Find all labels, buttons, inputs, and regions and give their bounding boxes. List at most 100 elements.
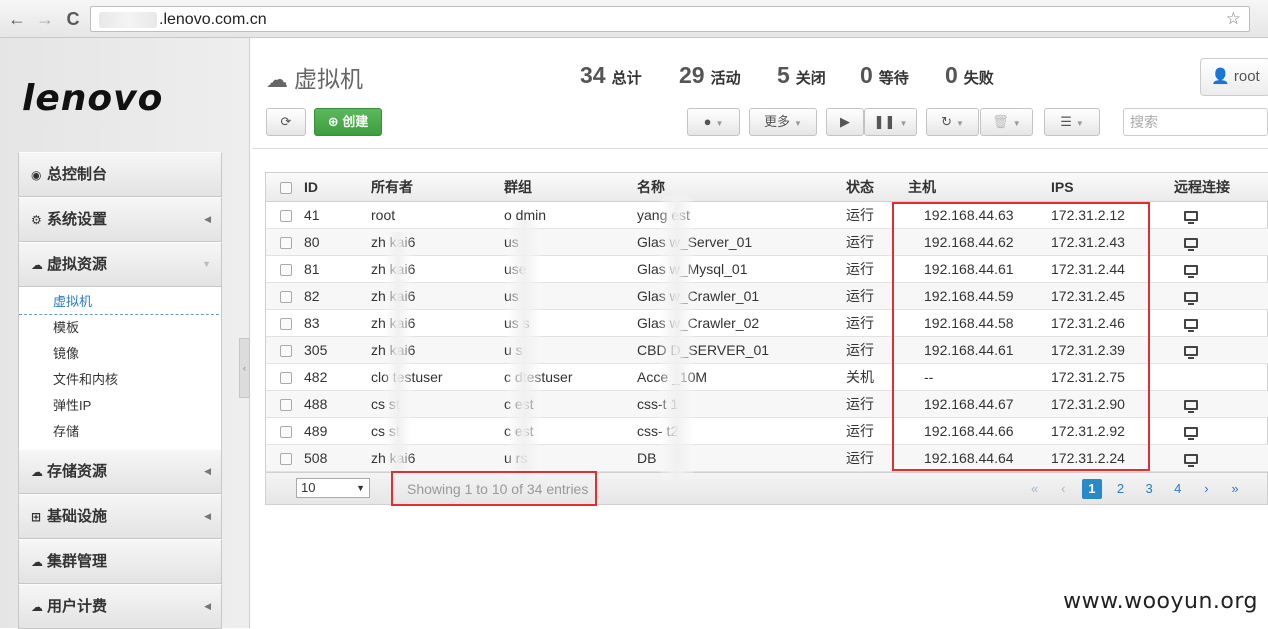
address-bar[interactable]: .lenovo.com.cn ☆ <box>90 6 1250 32</box>
row-checkbox[interactable] <box>266 309 304 336</box>
checkbox[interactable] <box>280 372 292 384</box>
sidebar-subitem-images[interactable]: 镜像 <box>19 341 221 367</box>
sidebar-item-label: 集群管理 <box>47 553 107 570</box>
monitor-icon[interactable] <box>1184 427 1198 437</box>
sidebar-submenu: 虚拟机 模板 镜像 文件和内核 弹性IP 存储 <box>18 287 222 449</box>
checkbox[interactable] <box>280 237 292 249</box>
pause-button[interactable]: ❚❚▼ <box>864 108 917 136</box>
prev-page-button[interactable]: ‹ <box>1053 479 1073 499</box>
sidebar-subitem-templates[interactable]: 模板 <box>19 315 221 341</box>
row-checkbox[interactable] <box>266 255 304 282</box>
row-checkbox[interactable] <box>266 228 304 255</box>
reload-icon[interactable]: C <box>62 8 84 30</box>
cell-remote[interactable] <box>1174 282 1268 309</box>
monitor-icon[interactable] <box>1184 265 1198 275</box>
sidebar-subitem-files-kernels[interactable]: 文件和内核 <box>19 367 221 393</box>
checkbox[interactable] <box>280 426 292 438</box>
checkbox[interactable] <box>280 399 292 411</box>
select-all-checkbox[interactable] <box>266 173 304 201</box>
delete-button[interactable]: 🗑▼ <box>980 108 1033 136</box>
more-button[interactable]: 更多▼ <box>749 108 817 136</box>
restart-button[interactable]: ↻▼ <box>926 108 979 136</box>
cell-remote[interactable] <box>1174 309 1268 336</box>
sidebar-item-cluster[interactable]: ☁集群管理 <box>18 539 222 584</box>
sidebar-item-system-settings[interactable]: ⚙系统设置 ◀ <box>18 197 222 242</box>
sidebar-subitem-storage[interactable]: 存储 <box>19 419 221 445</box>
row-checkbox[interactable] <box>266 363 304 390</box>
row-checkbox[interactable] <box>266 417 304 444</box>
forward-icon[interactable]: → <box>34 8 56 30</box>
back-icon[interactable]: ← <box>6 8 28 30</box>
sidebar-item-label: 基础设施 <box>47 508 107 525</box>
row-checkbox[interactable] <box>266 390 304 417</box>
checkbox[interactable] <box>280 210 292 222</box>
row-checkbox[interactable] <box>266 201 304 228</box>
cell-remote[interactable] <box>1174 255 1268 282</box>
caret-down-icon: ▼ <box>899 119 907 128</box>
cell-remote[interactable] <box>1174 417 1268 444</box>
bookmark-star-icon[interactable]: ☆ <box>1226 9 1241 29</box>
monitor-icon[interactable] <box>1184 319 1198 329</box>
page-button-4[interactable]: 4 <box>1168 479 1188 499</box>
page-button-1[interactable]: 1 <box>1082 479 1102 499</box>
next-page-button[interactable]: › <box>1196 479 1216 499</box>
checkbox[interactable] <box>280 291 292 303</box>
monitor-icon[interactable] <box>1184 211 1198 221</box>
cell-remote[interactable] <box>1174 444 1268 471</box>
sidebar-item-virtual-resources[interactable]: ☁虚拟资源 ▼ <box>18 242 222 287</box>
create-button[interactable]: ⊕ 创建 <box>314 108 382 136</box>
page-button-3[interactable]: 3 <box>1139 479 1159 499</box>
page-size-select[interactable]: 10▼ <box>296 478 370 498</box>
refresh-button[interactable]: ⟳ <box>266 108 306 136</box>
monitor-icon[interactable] <box>1184 454 1198 464</box>
sidebar-item-label: 系统设置 <box>47 211 107 228</box>
trash-icon: 🗑 <box>992 114 1009 129</box>
last-page-button[interactable]: » <box>1225 479 1245 499</box>
checkbox[interactable] <box>280 264 292 276</box>
columns-button[interactable]: ☰▼ <box>1044 108 1100 136</box>
stat-number: 34 <box>580 62 606 88</box>
sidebar-item-infrastructure[interactable]: ⊞基础设施 ◀ <box>18 494 222 539</box>
sidebar-collapse-handle[interactable]: ‹ <box>239 338 250 398</box>
sidebar-subitem-elastic-ip[interactable]: 弹性IP <box>19 393 221 419</box>
user-menu-button[interactable]: 👤 root <box>1200 58 1268 96</box>
checkbox[interactable] <box>280 345 292 357</box>
cell-remote[interactable] <box>1174 201 1268 228</box>
list-icon: ☰ <box>1060 114 1072 129</box>
monitor-icon[interactable] <box>1184 238 1198 248</box>
checkbox[interactable] <box>280 318 292 330</box>
monitor-icon[interactable] <box>1184 292 1198 302</box>
checkbox[interactable] <box>280 453 292 465</box>
change-owner-button[interactable]: ●▼ <box>687 108 740 136</box>
sidebar-item-dashboard[interactable]: ◉总控制台 <box>18 152 222 197</box>
start-button[interactable]: ▶ <box>826 108 864 136</box>
search-input[interactable] <box>1123 108 1268 136</box>
sidebar-subitem-vm[interactable]: 虚拟机 <box>19 289 219 315</box>
row-checkbox[interactable] <box>266 444 304 471</box>
column-header-host[interactable]: 主机 <box>908 173 1051 201</box>
checkbox[interactable] <box>280 182 292 194</box>
monitor-icon[interactable] <box>1184 400 1198 410</box>
first-page-button[interactable]: « <box>1025 479 1045 499</box>
monitor-icon[interactable] <box>1184 346 1198 356</box>
stat-label: 活动 <box>711 70 741 87</box>
cell-remote[interactable] <box>1174 228 1268 255</box>
cell-id: 482 <box>304 363 371 390</box>
sidebar-item-storage-resources[interactable]: ☁存储资源 ◀ <box>18 449 222 494</box>
sidebar-item-billing[interactable]: ☁用户计费 ◀ <box>18 584 222 629</box>
column-header-remote[interactable]: 远程连接 <box>1174 173 1268 201</box>
lenovo-logo: lenovo <box>22 78 163 119</box>
row-checkbox[interactable] <box>266 336 304 363</box>
page-button-2[interactable]: 2 <box>1111 479 1131 499</box>
cell-remote[interactable] <box>1174 390 1268 417</box>
column-header-ips[interactable]: IPS <box>1051 173 1174 201</box>
cell-remote[interactable] <box>1174 336 1268 363</box>
chevron-left-icon: ◀ <box>204 495 211 538</box>
row-checkbox[interactable] <box>266 282 304 309</box>
column-header-state[interactable]: 状态 <box>846 173 908 201</box>
column-header-owner[interactable]: 所有者 <box>371 173 504 201</box>
column-header-id[interactable]: ID <box>304 173 371 201</box>
stat-stopped: 5关闭 <box>777 62 826 89</box>
cell-id: 305 <box>304 336 371 363</box>
column-header-group[interactable]: 群组 <box>504 173 637 201</box>
